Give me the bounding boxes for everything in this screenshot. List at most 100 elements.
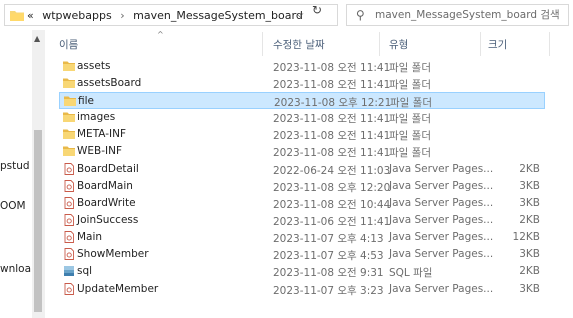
folder-icon <box>10 11 24 21</box>
file-date: 2023-11-08 오후 12:21 <box>274 97 392 109</box>
file-date: 2023-11-07 오후 4:13 <box>273 233 384 245</box>
column-divider[interactable] <box>262 32 263 56</box>
column-divider[interactable] <box>480 32 481 56</box>
file-size: 3KB <box>519 180 540 192</box>
file-name: BoardDetail <box>77 163 139 175</box>
column-divider[interactable] <box>549 32 550 56</box>
file-type: Java Server Pages... <box>389 283 494 295</box>
file-date: 2022-06-24 오전 11:03 <box>273 165 391 177</box>
file-row[interactable]: assetsBoard 2023-11-08 오전 11:41 파일 폴더 <box>59 75 545 92</box>
folder-icon <box>63 60 75 72</box>
jsp-file-icon <box>63 214 75 226</box>
file-size: 2KB <box>519 214 540 226</box>
file-row[interactable]: assets 2023-11-08 오전 11:41 파일 폴더 <box>59 58 545 75</box>
file-row[interactable]: META-INF 2023-11-08 오전 11:41 파일 폴더 <box>59 126 545 143</box>
nav-item[interactable]: pstud <box>0 160 32 172</box>
file-type: 파일 폴더 <box>389 130 431 142</box>
chevron-down-icon[interactable]: ⌵ <box>296 9 304 20</box>
file-date: 2023-11-06 오전 11:41 <box>273 216 391 228</box>
file-size: 2KB <box>519 265 540 277</box>
file-name: JoinSuccess <box>77 214 139 226</box>
file-type: 파일 폴더 <box>389 79 431 91</box>
file-row[interactable]: BoardMain 2023-11-08 오후 12:20 Java Server … <box>59 178 545 195</box>
column-name[interactable]: 이름 <box>59 37 78 52</box>
file-row[interactable]: JoinSuccess 2023-11-06 오전 11:41 Java Serve… <box>59 212 545 229</box>
file-type: Java Server Pages... <box>389 180 494 192</box>
file-size: 12KB <box>512 231 540 243</box>
file-date: 2023-11-08 오전 11:41 <box>273 62 391 74</box>
scroll-up-arrow-icon[interactable]: ▲ <box>34 34 40 43</box>
file-size: 3KB <box>519 197 540 209</box>
jsp-file-icon <box>63 231 75 243</box>
address-bar[interactable]: « wtpwebapps › maven_MessageSystem_board… <box>4 4 338 26</box>
file-date: 2023-11-08 오전 11:41 <box>273 79 391 91</box>
file-type: SQL 파일 <box>389 267 433 279</box>
search-input[interactable] <box>375 7 565 23</box>
folder-icon <box>64 95 76 107</box>
file-type: 파일 폴더 <box>390 97 432 109</box>
jsp-file-icon <box>63 180 75 192</box>
folder-icon <box>63 111 75 123</box>
file-row[interactable]: WEB-INF 2023-11-08 오전 11:41 파일 폴더 <box>59 143 545 160</box>
file-type: 파일 폴더 <box>389 62 431 74</box>
file-date: 2023-11-08 오전 11:41 <box>273 147 391 159</box>
file-type: Java Server Pages... <box>389 197 494 209</box>
file-type: Java Server Pages... <box>389 163 494 175</box>
file-date: 2023-11-08 오전 11:41 <box>273 130 391 142</box>
folder-icon <box>63 77 75 89</box>
folder-icon <box>63 145 75 157</box>
sort-ascending-icon: ^ <box>157 30 164 39</box>
file-row[interactable]: images 2023-11-08 오전 11:41 파일 폴더 <box>59 109 545 126</box>
file-list: ^ 이름 수정한 날짜 유형 크기 assets 2023-11-08 오전 11… <box>52 30 573 318</box>
file-date: 2023-11-08 오전 10:44 <box>273 199 391 211</box>
column-divider[interactable] <box>379 32 380 56</box>
jsp-file-icon <box>63 163 75 175</box>
jsp-file-icon <box>63 248 75 260</box>
file-date: 2023-11-07 오후 4:53 <box>273 250 384 262</box>
refresh-icon[interactable]: ↻ <box>312 3 322 17</box>
file-row[interactable]: sql 2023-11-08 오전 9:31 SQL 파일 2KB <box>59 263 545 280</box>
search-icon: ⚲ <box>356 8 365 22</box>
file-row[interactable]: file 2023-11-08 오후 12:21 파일 폴더 <box>59 92 545 109</box>
file-size: 3KB <box>519 283 540 295</box>
file-size: 3KB <box>519 248 540 260</box>
breadcrumb-current[interactable]: maven_MessageSystem_board <box>133 9 303 22</box>
file-row[interactable]: Main 2023-11-07 오후 4:13 Java Server Pages.… <box>59 229 545 246</box>
search-box[interactable]: ⚲ <box>346 4 569 26</box>
column-type[interactable]: 유형 <box>389 37 408 52</box>
toolbar: « wtpwebapps › maven_MessageSystem_board… <box>0 0 573 30</box>
file-size: 2KB <box>519 163 540 175</box>
file-name: ShowMember <box>77 248 149 260</box>
file-row[interactable]: UpdateMember 2023-11-07 오후 3:23 Java Serve… <box>59 281 545 298</box>
file-name: sql <box>77 265 93 277</box>
jsp-file-icon <box>63 197 75 209</box>
file-row[interactable]: ShowMember 2023-11-07 오후 4:53 Java Server … <box>59 246 545 263</box>
file-name: UpdateMember <box>77 283 159 295</box>
file-name: META-INF <box>77 128 127 140</box>
database-file-icon <box>63 265 75 277</box>
file-row[interactable]: BoardWrite 2023-11-08 오전 10:44 Java Server… <box>59 195 545 212</box>
file-date: 2023-11-08 오전 11:41 <box>273 113 391 125</box>
nav-scrollbar-thumb[interactable] <box>34 130 42 312</box>
file-type: Java Server Pages... <box>389 214 494 226</box>
overflow-crumb[interactable]: « <box>27 9 34 22</box>
file-date: 2023-11-08 오후 12:20 <box>273 182 391 194</box>
file-name: assetsBoard <box>77 77 142 89</box>
file-name: images <box>77 111 116 123</box>
nav-item[interactable]: OOM <box>0 200 32 212</box>
nav-item[interactable]: wnloa <box>0 263 32 275</box>
file-row[interactable]: BoardDetail 2022-06-24 오전 11:03 Java Serve… <box>59 161 545 178</box>
file-name: WEB-INF <box>77 145 122 157</box>
file-type: 파일 폴더 <box>389 113 431 125</box>
column-size[interactable]: 크기 <box>488 37 507 52</box>
file-name: BoardMain <box>77 180 133 192</box>
column-header: ^ 이름 수정한 날짜 유형 크기 <box>52 30 573 58</box>
file-type: 파일 폴더 <box>389 147 431 159</box>
chevron-right-icon[interactable]: › <box>120 9 124 22</box>
jsp-file-icon <box>63 283 75 295</box>
file-name: BoardWrite <box>77 197 136 209</box>
column-date[interactable]: 수정한 날짜 <box>273 37 325 52</box>
file-date: 2023-11-07 오후 3:23 <box>273 285 384 297</box>
breadcrumb-wtpwebapps[interactable]: wtpwebapps <box>42 9 111 22</box>
folder-icon <box>63 128 75 140</box>
